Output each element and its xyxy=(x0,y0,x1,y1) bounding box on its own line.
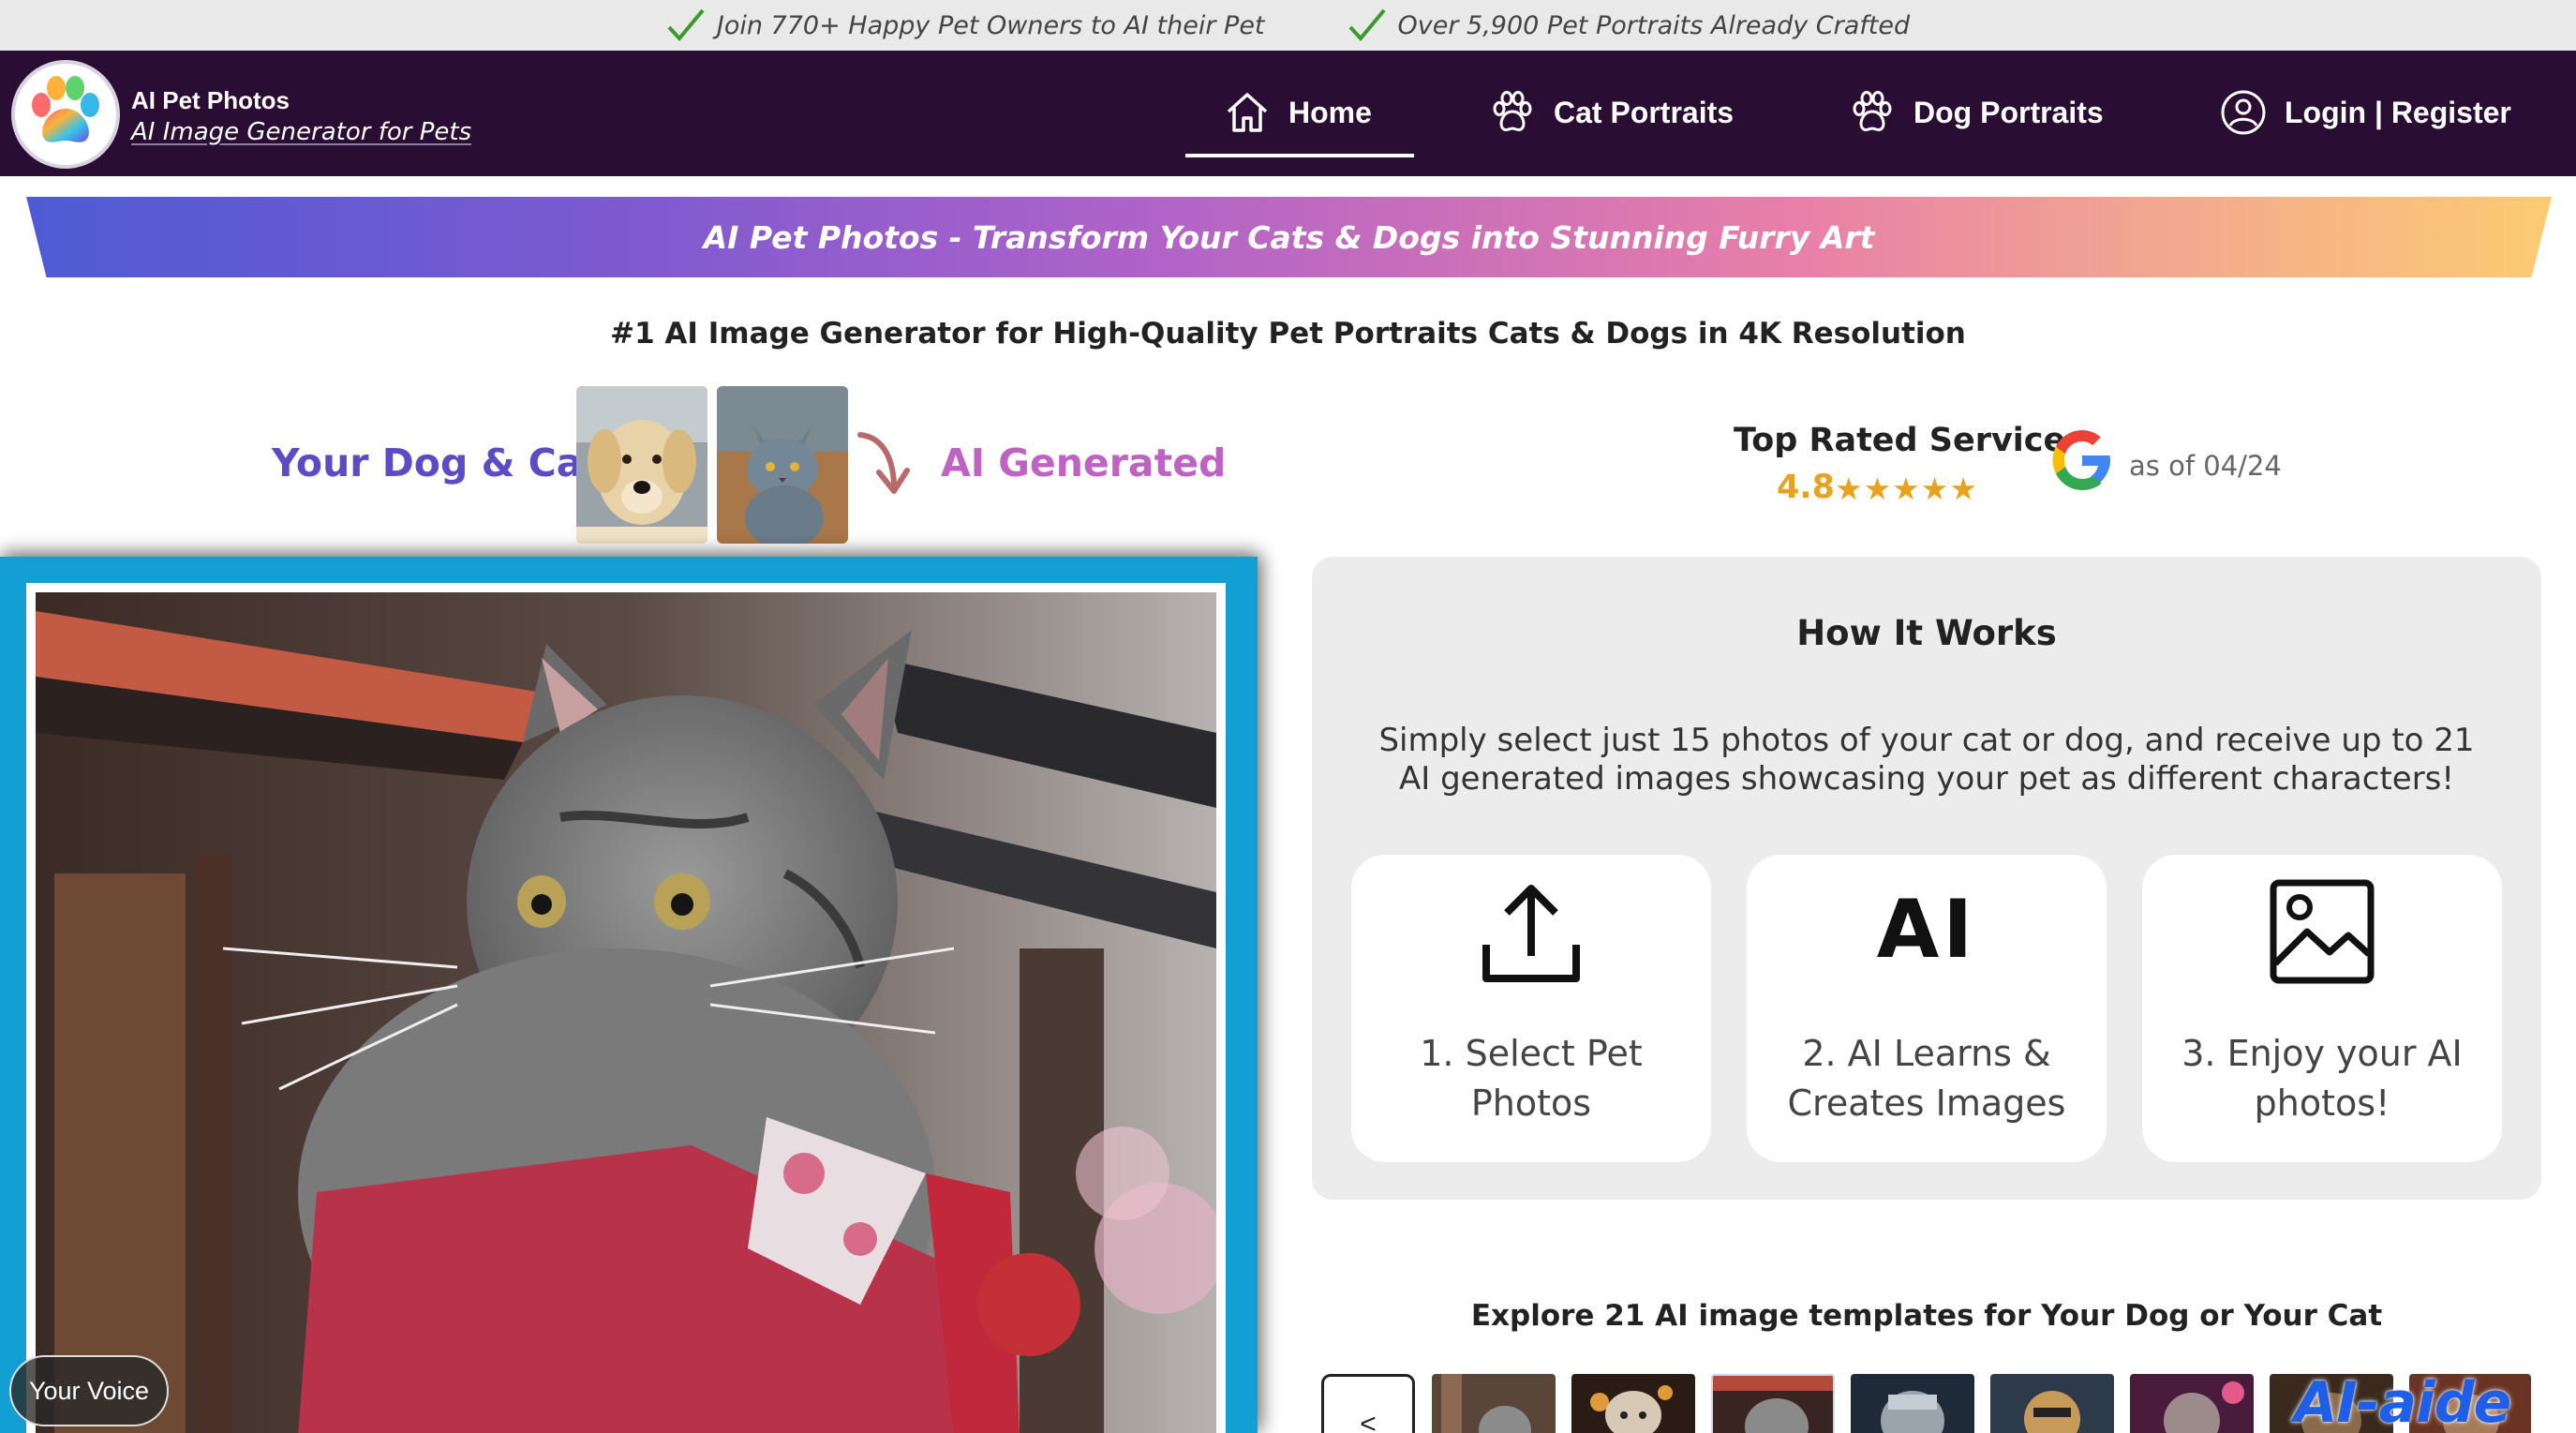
nav-cat-label: Cat Portraits xyxy=(1554,95,1735,129)
brand-name[interactable]: AI Pet Photos xyxy=(131,86,290,115)
ai-icon: AI xyxy=(1876,883,1977,977)
after-label: AI Generated xyxy=(941,440,1227,485)
step-label: 1. Select Pet Photos xyxy=(1420,1033,1643,1124)
brand-tagline: AI Image Generator for Pets xyxy=(131,118,472,146)
nav-login-register[interactable]: Login | Register xyxy=(2219,84,2511,141)
checkmark-icon xyxy=(1348,8,1386,42)
home-icon xyxy=(1227,93,1268,132)
nav-home[interactable]: Home xyxy=(1223,84,1372,141)
nav-active-indicator xyxy=(1185,154,1414,157)
navbar: AI Pet Photos AI Image Generator for Pet… xyxy=(0,51,2576,176)
promo-bar: Join 770+ Happy Pet Owners to AI their P… xyxy=(0,0,2576,51)
how-it-works-description: Simply select just 15 photos of your cat… xyxy=(1378,722,2475,798)
template-thumbnail[interactable] xyxy=(1711,1374,1835,1433)
paw-logo-icon xyxy=(32,76,99,142)
checkmark-icon xyxy=(667,8,705,42)
template-thumbnail[interactable] xyxy=(1990,1374,2114,1433)
your-voice-button[interactable]: Your Voice xyxy=(9,1355,169,1426)
cat-thumbnail xyxy=(717,386,848,544)
promo-text: Join 770+ Happy Pet Owners to AI their P… xyxy=(716,10,1265,40)
nav-dog-label: Dog Portraits xyxy=(1913,95,2104,129)
template-thumbnail[interactable] xyxy=(2130,1374,2254,1433)
rating-stars: ★★★★★ xyxy=(1835,471,1978,506)
ai-cat-kimono-image xyxy=(36,592,1216,1433)
preview-image-container xyxy=(26,583,1226,1433)
chevron-left-icon: < xyxy=(1360,1409,1377,1433)
image-icon xyxy=(2270,879,2375,984)
how-it-works-section: How It Works Simply select just 15 photo… xyxy=(1312,557,2541,1200)
rating-date: as of 04/24 xyxy=(2129,450,2282,482)
preview-frame xyxy=(0,557,1258,1433)
hero-banner: AI Pet Photos - Transform Your Cats & Do… xyxy=(26,197,2552,277)
step-card-select: 1. Select Pet Photos xyxy=(1351,855,1711,1162)
before-label: Your Dog & Cat xyxy=(272,440,601,485)
template-thumbnail[interactable] xyxy=(1432,1374,1556,1433)
curved-arrow-icon xyxy=(857,432,910,494)
template-thumbnail[interactable] xyxy=(1851,1374,1974,1433)
nav-login-label: Login | Register xyxy=(2285,95,2511,129)
subheadline: #1 AI Image Generator for High-Quality P… xyxy=(610,317,1966,351)
step-card-enjoy: 3. Enjoy your AI photos! xyxy=(2142,855,2502,1162)
paw-icon xyxy=(1853,91,1892,132)
step-card-ai-learns: AI 2. AI Learns & Creates Images xyxy=(1747,855,2107,1162)
promo-item-portraits: Over 5,900 Pet Portraits Already Crafted xyxy=(1348,7,1911,44)
promo-item-owners: Join 770+ Happy Pet Owners to AI their P… xyxy=(666,7,1265,44)
upload-icon xyxy=(1482,885,1580,982)
step-label: 2. AI Learns & Creates Images xyxy=(1787,1033,2066,1124)
logo[interactable] xyxy=(11,60,120,169)
dog-thumbnail xyxy=(576,386,707,544)
rating-score: 4.8 xyxy=(1777,469,1836,506)
rating-title: Top Rated Service xyxy=(1734,422,2066,459)
nav-cat-portraits[interactable]: Cat Portraits xyxy=(1488,84,1734,141)
nav-home-label: Home xyxy=(1288,95,1372,129)
carousel-prev-button[interactable]: < xyxy=(1321,1374,1415,1433)
user-account-icon xyxy=(2221,90,2266,135)
promo-text: Over 5,900 Pet Portraits Already Crafted xyxy=(1397,10,1911,40)
google-logo-icon xyxy=(2052,430,2110,490)
watermark-text: AI-aide xyxy=(2294,1370,2511,1433)
step-label: 3. Enjoy your AI photos! xyxy=(2181,1033,2463,1124)
hero-banner-text: AI Pet Photos - Transform Your Cats & Do… xyxy=(703,218,1875,256)
how-it-works-title: How It Works xyxy=(1796,613,2057,653)
nav-dog-portraits[interactable]: Dog Portraits xyxy=(1848,84,2104,141)
template-thumbnail[interactable] xyxy=(1571,1374,1695,1433)
paw-icon xyxy=(1493,91,1532,132)
explore-templates-title: Explore 21 AI image templates for Your D… xyxy=(1470,1299,2383,1333)
